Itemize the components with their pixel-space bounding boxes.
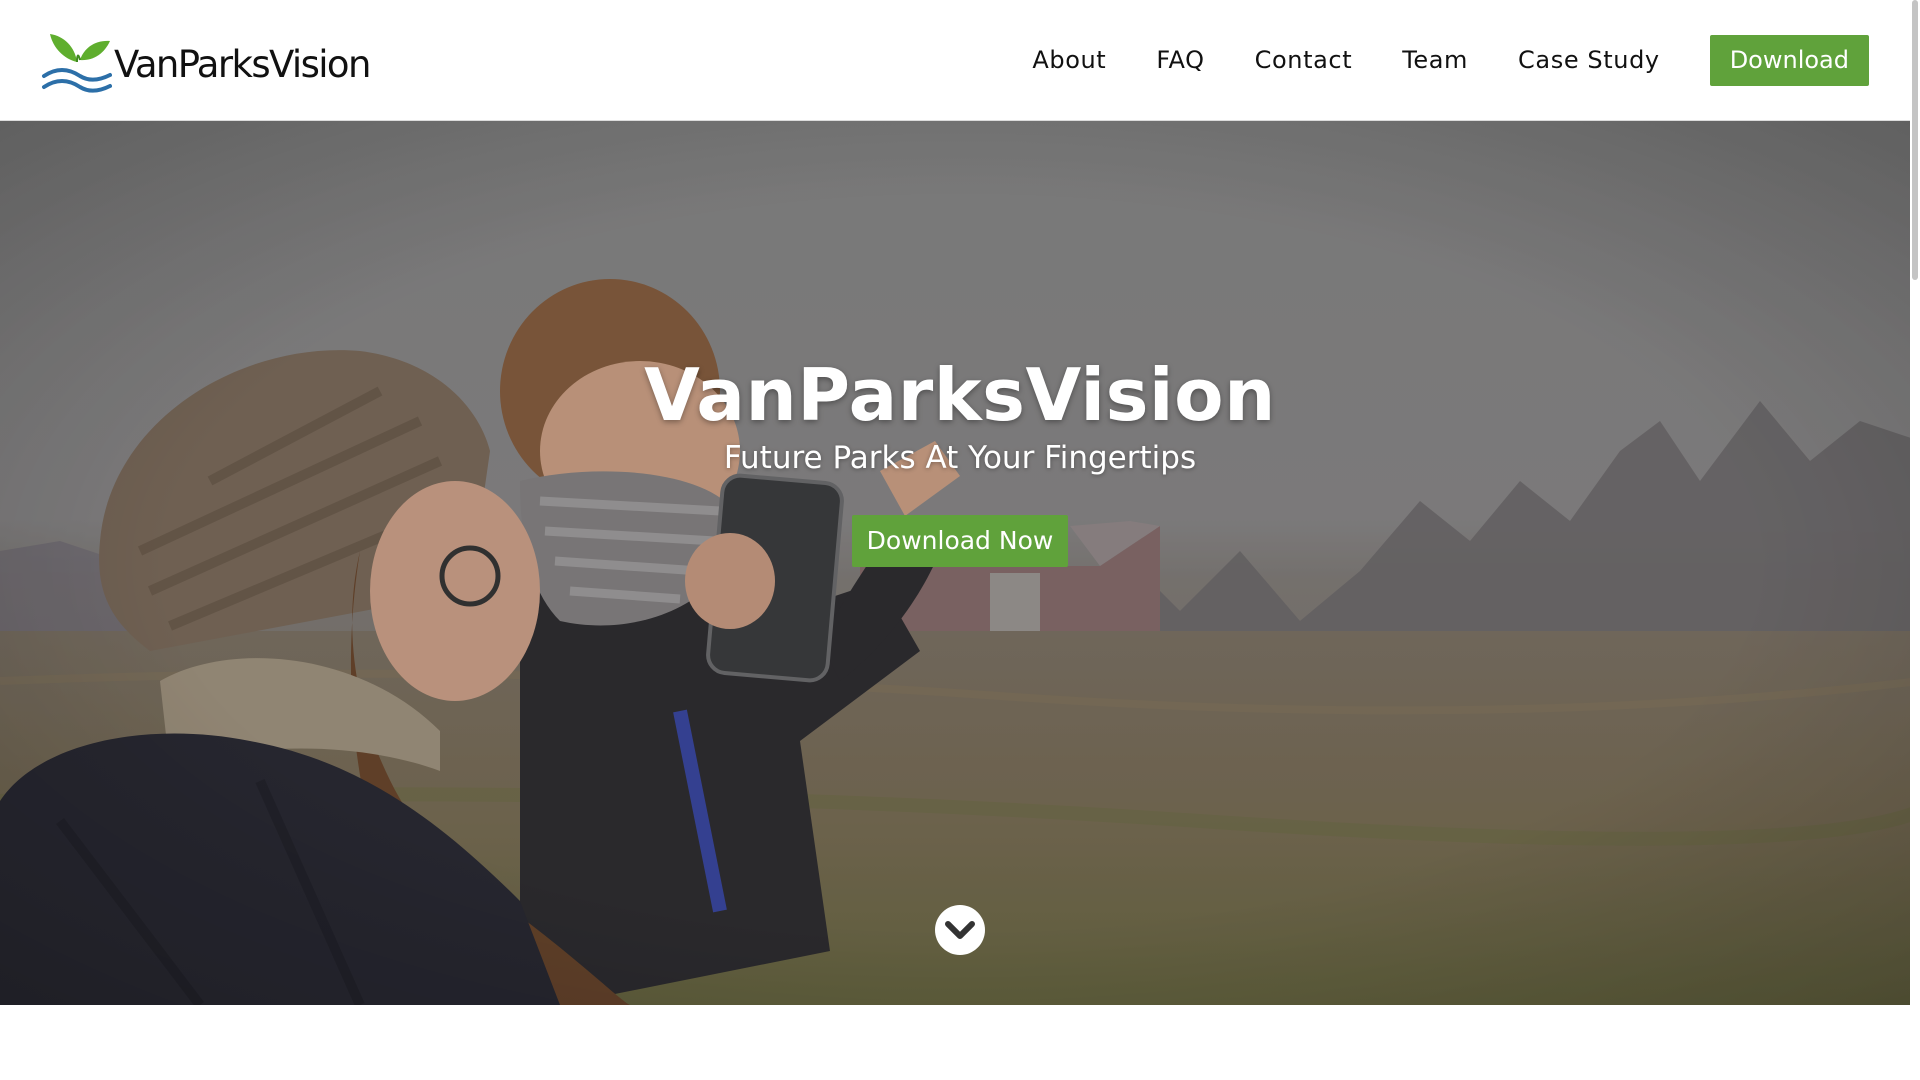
page-scrollbar[interactable] (1910, 0, 1920, 1080)
nav-team[interactable]: Team (1402, 35, 1468, 86)
download-now-button[interactable]: Download Now (852, 515, 1068, 567)
nav-contact[interactable]: Contact (1255, 35, 1353, 86)
scrollbar-thumb[interactable] (1912, 0, 1918, 280)
nav-faq[interactable]: FAQ (1156, 35, 1204, 86)
logo[interactable]: VanParksVision (40, 26, 371, 98)
hero-section: VanParksVision Future Parks At Your Fing… (0, 121, 1920, 1005)
scroll-down-button[interactable] (934, 904, 986, 956)
download-button[interactable]: Download (1709, 35, 1869, 86)
nav-case-study[interactable]: Case Study (1518, 35, 1660, 86)
logo-text: VanParksVision (114, 42, 371, 86)
nav-about[interactable]: About (1032, 35, 1106, 86)
chevron-down-circle-icon (935, 905, 985, 955)
site-header: VanParksVision About FAQ Contact Team Ca… (0, 0, 1920, 121)
main-nav: About FAQ Contact Team Case Study Downlo… (1032, 35, 1869, 86)
hero-title: VanParksVision (644, 353, 1276, 437)
hero-subtitle: Future Parks At Your Fingertips (723, 440, 1197, 476)
logo-mark-icon (42, 34, 112, 93)
